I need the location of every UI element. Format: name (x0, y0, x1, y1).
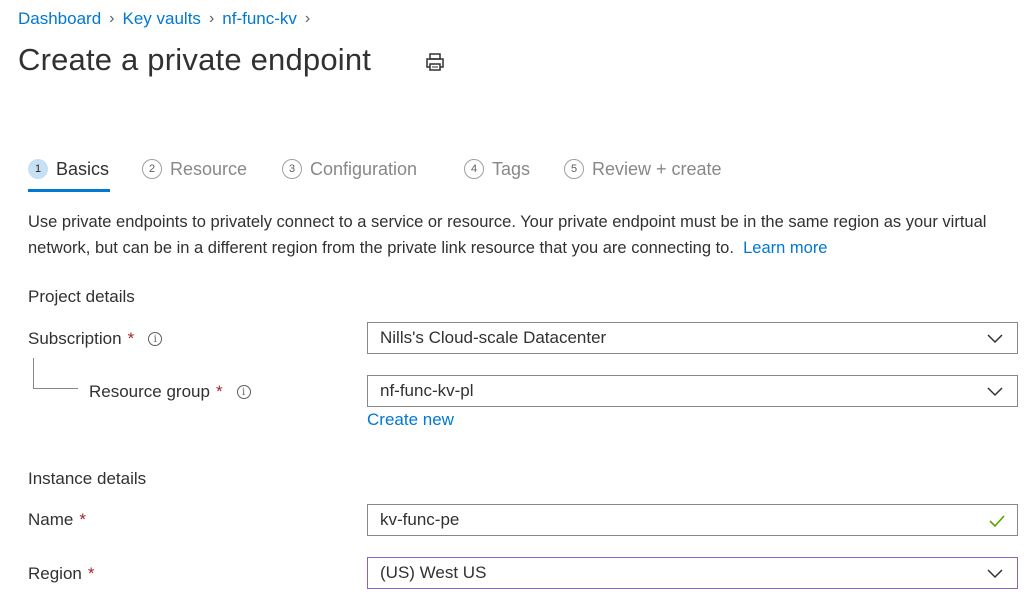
subscription-label: Subscription * i (28, 329, 163, 349)
resource-group-label-text: Resource group (89, 382, 210, 401)
region-label: Region * (28, 564, 95, 584)
project-details-heading: Project details (28, 287, 135, 306)
info-icon[interactable]: i (148, 332, 163, 346)
step-number: 2 (142, 159, 162, 179)
breadcrumb: Dashboard › Key vaults › nf-func-kv › (18, 8, 318, 30)
name-label: Name * (28, 510, 86, 530)
tab-label: Configuration (310, 158, 418, 179)
tab-label: Review + create (592, 158, 722, 179)
tab-label: Basics (56, 158, 110, 179)
active-tab-indicator (28, 189, 110, 192)
name-value: kv-func-pe (380, 510, 460, 529)
required-asterisk: * (79, 510, 86, 529)
chevron-down-icon (987, 569, 1003, 579)
create-new-link[interactable]: Create new (367, 410, 454, 430)
step-number: 5 (564, 159, 584, 179)
breadcrumb-nf-func-kv[interactable]: nf-func-kv (222, 9, 297, 29)
tab-label: Resource (170, 158, 248, 179)
breadcrumb-dashboard[interactable]: Dashboard (18, 9, 101, 29)
subscription-dropdown[interactable]: Nills's Cloud-scale Datacenter (367, 322, 1018, 354)
chevron-down-icon (987, 387, 1003, 397)
step-number: 3 (282, 159, 302, 179)
name-label-text: Name (28, 510, 74, 529)
chevron-right-icon: › (109, 10, 115, 27)
learn-more-link[interactable]: Learn more (743, 239, 827, 257)
name-input[interactable]: kv-func-pe (367, 504, 1018, 536)
tree-connector (33, 358, 78, 389)
step-number: 1 (28, 159, 48, 179)
tab-review-create[interactable]: 5 Review + create (564, 152, 722, 186)
resource-group-value: nf-func-kv-pl (380, 381, 474, 400)
info-icon[interactable]: i (236, 385, 251, 399)
tab-basics[interactable]: 1 Basics (28, 152, 109, 186)
chevron-right-icon: › (304, 10, 311, 27)
region-dropdown[interactable]: (US) West US (367, 557, 1018, 589)
tab-resource[interactable]: 2 Resource (142, 152, 247, 186)
chevron-right-icon: › (208, 10, 215, 27)
subscription-value: Nills's Cloud-scale Datacenter (380, 328, 607, 347)
tab-configuration[interactable]: 3 Configuration (282, 152, 417, 186)
chevron-down-icon (987, 334, 1003, 344)
resource-group-label: Resource group * i (89, 382, 251, 402)
tab-label: Tags (492, 158, 531, 179)
tab-tags[interactable]: 4 Tags (464, 152, 530, 186)
subscription-label-text: Subscription (28, 329, 122, 348)
required-asterisk: * (215, 382, 223, 401)
resource-group-dropdown[interactable]: nf-func-kv-pl (367, 375, 1018, 407)
page-title: Create a private endpoint (18, 42, 372, 77)
required-asterisk: * (87, 564, 95, 583)
page-description: Use private endpoints to privately conne… (28, 209, 1018, 261)
required-asterisk: * (127, 329, 135, 348)
instance-details-heading: Instance details (28, 469, 147, 488)
region-value: (US) West US (380, 563, 487, 582)
checkmark-icon (989, 515, 1005, 528)
description-text: Use private endpoints to privately conne… (28, 213, 987, 257)
region-label-text: Region (28, 564, 82, 583)
breadcrumb-key-vaults[interactable]: Key vaults (123, 9, 201, 29)
print-icon[interactable] (424, 51, 446, 73)
step-number: 4 (464, 159, 484, 179)
